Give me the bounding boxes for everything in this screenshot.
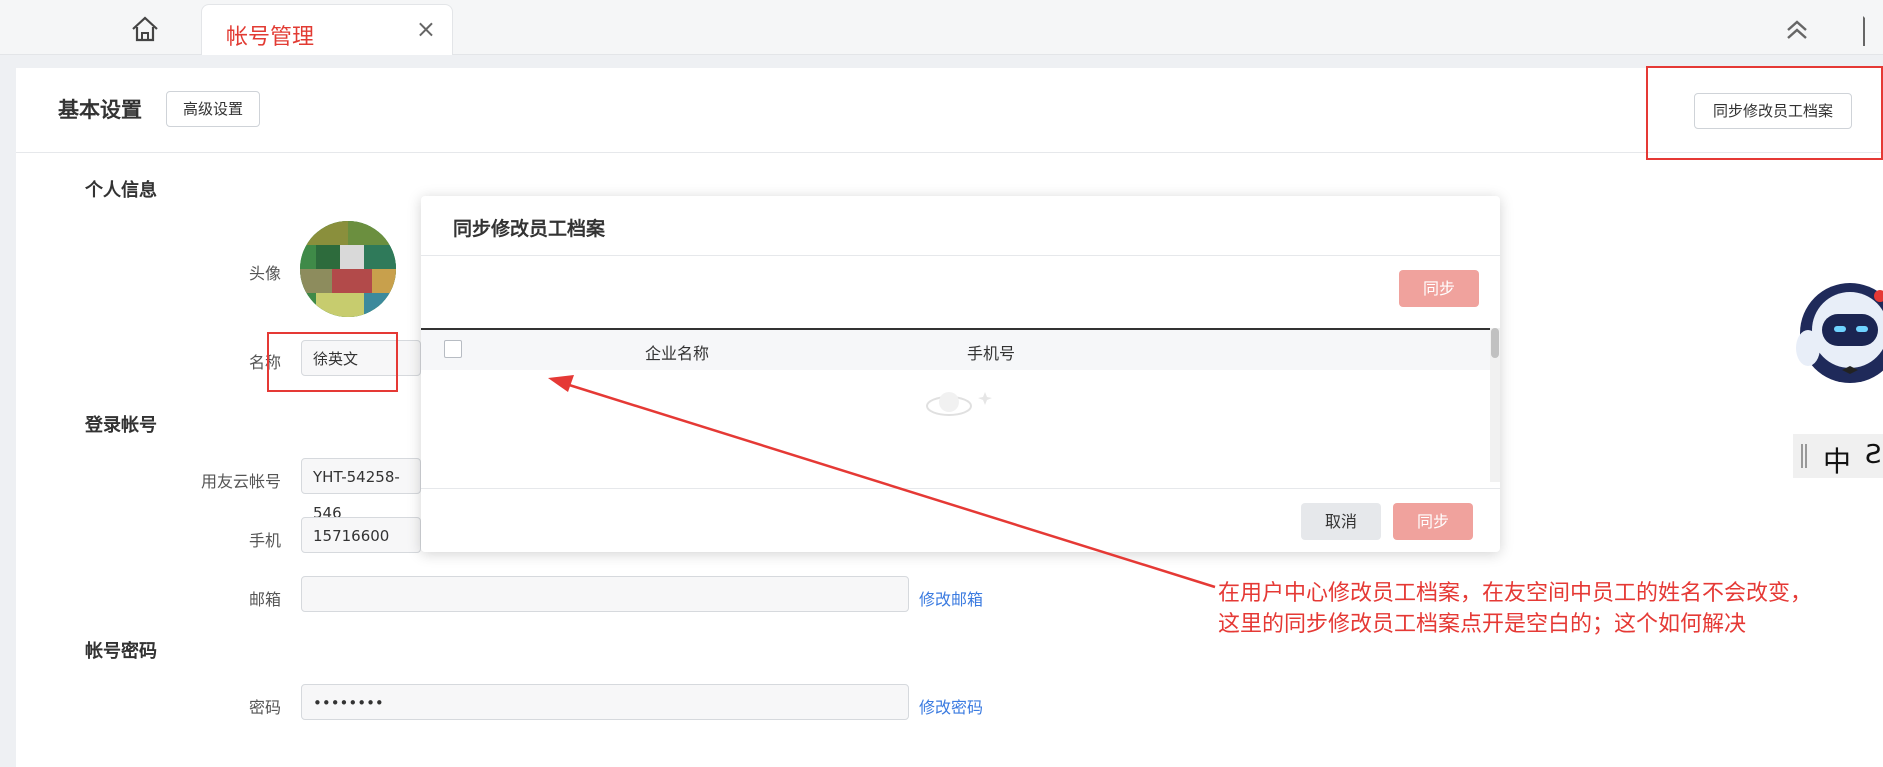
robot-assistant-icon[interactable]	[1790, 278, 1883, 388]
language-chinese[interactable]: 中	[1823, 440, 1851, 480]
language-bar[interactable]: 中 Ƨ	[1793, 434, 1883, 478]
drag-handle-icon[interactable]	[1801, 444, 1807, 468]
language-option[interactable]: Ƨ	[1865, 440, 1882, 470]
annotation-line-2: 这里的同步修改员工档案点开是空白的；这个如何解决	[1218, 612, 1747, 637]
annotation-line-1: 在用户中心修改员工档案，在友空间中员工的姓名不会改变，	[1218, 581, 1813, 606]
annotation-text: 在用户中心修改员工档案，在友空间中员工的姓名不会改变， 这里的同步修改员工档案点…	[1218, 578, 1878, 640]
annotation-arrow	[548, 375, 1216, 589]
